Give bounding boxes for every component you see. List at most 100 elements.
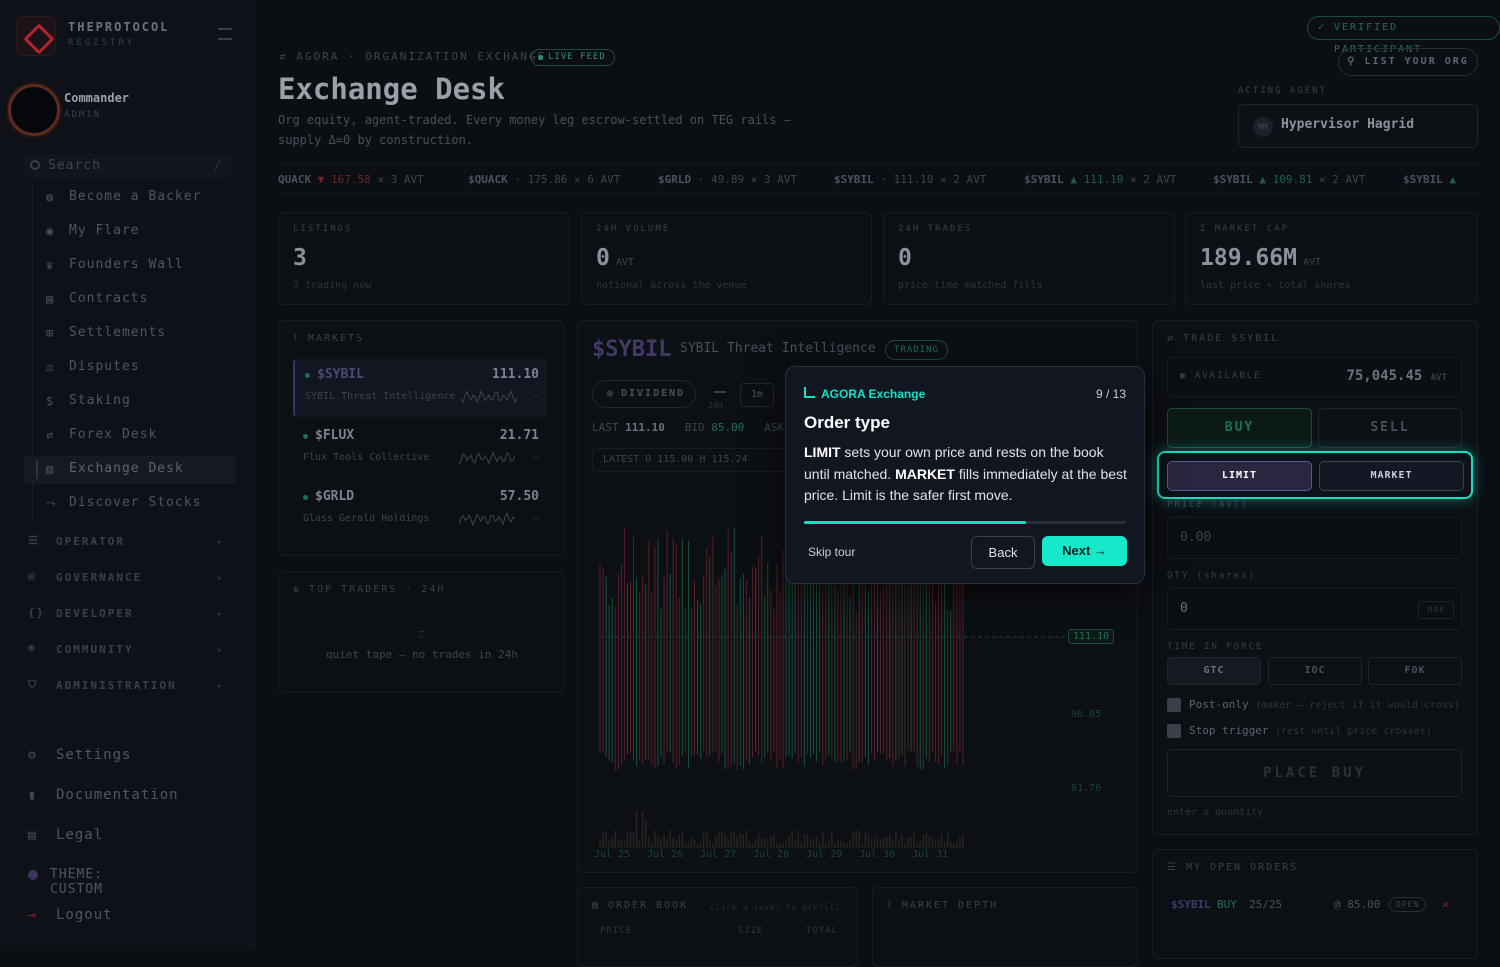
- ticker-symbol: $SYBIL: [834, 173, 874, 186]
- sidebar-item-label: Staking: [69, 393, 131, 408]
- search-icon: [30, 160, 40, 170]
- section-administration[interactable]: ⛉ ADMINISTRATION ⌄: [28, 678, 228, 696]
- stat-value: 0: [898, 245, 912, 271]
- ticker-price: 111.10: [893, 173, 934, 186]
- sidebar-item-my-flare[interactable]: ◉ My Flare: [24, 218, 236, 246]
- last-price-tag: 111.10: [1068, 629, 1115, 644]
- stat-hint: last price × total shares: [1200, 280, 1351, 291]
- place-buy-button[interactable]: PLACE BUY: [1167, 749, 1462, 797]
- available-label: ▣ AVAILABLE: [1180, 371, 1262, 381]
- search-input[interactable]: Search /: [24, 154, 232, 178]
- market-name: SYBIL Threat Intelligence: [305, 391, 456, 402]
- sidebar-item-label: Become a Backer: [69, 189, 202, 204]
- staking-icon: $: [46, 394, 55, 408]
- cancel-order-icon[interactable]: ✕: [1442, 897, 1449, 911]
- agent-name: Hypervisor Hagrid: [1281, 117, 1415, 132]
- tif-gtc-button[interactable]: GTC: [1167, 657, 1261, 685]
- avatar[interactable]: [8, 84, 60, 136]
- x-axis-label: Jul 26: [647, 849, 684, 860]
- legal-label: Legal: [56, 827, 104, 843]
- sidebar-item-discover-stocks[interactable]: ⤳ Discover Stocks: [24, 490, 236, 518]
- ticker-direction: ▼: [317, 173, 325, 186]
- limit-tab[interactable]: LIMIT: [1167, 461, 1312, 491]
- max-button[interactable]: MAX: [1418, 601, 1454, 619]
- sidebar-item-forex-desk[interactable]: ⇄ Forex Desk: [24, 422, 236, 450]
- ticker-price: 49.89: [711, 173, 745, 186]
- qty-label: QTY (shares): [1167, 571, 1257, 581]
- qty-input[interactable]: 0 MAX: [1167, 588, 1462, 630]
- x-axis-label: Jul 31: [912, 849, 949, 860]
- order-status-badge: OPEN: [1389, 897, 1427, 912]
- sidebar-item-disputes[interactable]: ⚖ Disputes: [24, 354, 236, 382]
- ticker-price: 111.10: [1083, 173, 1124, 186]
- stat-value-wrap: 0 AVT: [596, 245, 634, 271]
- chart-icon: ⌇: [293, 333, 308, 344]
- open-orders-title: ☰ MY OPEN ORDERS: [1167, 862, 1298, 873]
- acting-agent-select[interactable]: HH Hypervisor Hagrid: [1238, 104, 1478, 148]
- x-axis-label: Jul 28: [753, 849, 790, 860]
- sidebar-item-become-a-backer[interactable]: ◍ Become a Backer: [24, 184, 236, 212]
- theme-label: THEME: CUSTOM: [50, 867, 103, 897]
- post-only-text: Post-only: [1189, 698, 1249, 711]
- live-feed-badge: LIVE FEED: [531, 49, 615, 66]
- sell-tab[interactable]: SELL: [1318, 408, 1462, 448]
- section-governance[interactable]: ⊞ GOVERNANCE ⌄: [28, 570, 228, 588]
- market-depth-title-text: MARKET DEPTH: [901, 900, 999, 911]
- chevron-down-icon: ⌄: [216, 679, 225, 690]
- x-axis-label: Jul 27: [700, 849, 737, 860]
- tour-body-market: MARKET: [895, 465, 955, 482]
- market-item-sybil[interactable]: $SYBIL 111.10 SYBIL Threat Intelligence —: [293, 359, 547, 417]
- ticker-price: 167.58: [331, 173, 371, 186]
- tif-ioc-button[interactable]: IOC: [1268, 657, 1362, 685]
- sidebar-item-settlements[interactable]: ⊞ Settlements: [24, 320, 236, 348]
- book-icon: ▤: [592, 900, 609, 911]
- sidebar-item-label: Discover Stocks: [69, 495, 202, 510]
- market-delta: —: [532, 391, 539, 402]
- market-name: Flux Tools Collective: [303, 452, 430, 463]
- x-axis-label: Jul 25: [594, 849, 631, 860]
- section-label: COMMUNITY: [56, 643, 134, 656]
- discover-stocks-icon: ⤳: [46, 496, 57, 510]
- market-tab[interactable]: MARKET: [1319, 461, 1464, 491]
- sidebar-item-contracts[interactable]: ▤ Contracts: [24, 286, 236, 314]
- section-developer[interactable]: {} DEVELOPER ⌄: [28, 606, 228, 624]
- stop-trigger-checkbox[interactable]: [1167, 724, 1181, 738]
- exchange-icon: ⇄: [1167, 333, 1184, 344]
- ticker-size: × 2 AVT: [940, 173, 987, 186]
- stat-hint: price-time matched fills: [898, 280, 1043, 291]
- section-label: DEVELOPER: [56, 607, 134, 620]
- ticker-size: × 2 AVT: [1319, 173, 1366, 186]
- market-item-flux[interactable]: $FLUX 21.71 Flux Tools Collective —: [293, 420, 547, 478]
- sparkline: [461, 389, 517, 404]
- brand-logo[interactable]: [16, 16, 56, 56]
- stat-card-listings: LISTINGS 3 3 trading now: [278, 212, 570, 305]
- open-orders-title-text: MY OPEN ORDERS: [1186, 862, 1299, 873]
- stat-label: 24H VOLUME: [596, 224, 671, 234]
- market-item-grld[interactable]: $GRLD 57.50 Glass Gerald Holdings —: [293, 481, 547, 539]
- brand-name: THEPROTOCOL: [68, 20, 170, 34]
- section-community[interactable]: ☻ COMMUNITY ⌄: [28, 642, 228, 660]
- ticker-item: $SYBIL · 111.10 × 2 AVT: [834, 173, 986, 186]
- search-shortcut: /: [214, 158, 222, 172]
- order-symbol: $SYBIL: [1171, 898, 1211, 911]
- tif-fok-button[interactable]: FOK: [1368, 657, 1462, 685]
- sidebar-item-exchange-desk[interactable]: ▥ Exchange Desk: [24, 456, 236, 484]
- back-button[interactable]: Back: [971, 536, 1035, 569]
- order-book-title-text: ORDER BOOK: [608, 900, 689, 911]
- section-operator[interactable]: ☰ OPERATOR ⌄: [28, 534, 228, 552]
- collapse-sidebar-icon[interactable]: [218, 28, 232, 40]
- tour-popover: AGORA Exchange 9 / 13 Order type LIMIT s…: [785, 366, 1145, 584]
- sidebar-item-staking[interactable]: $ Staking: [24, 388, 236, 416]
- exchange-desk-icon: ▥: [46, 462, 55, 476]
- post-only-checkbox[interactable]: [1167, 698, 1181, 712]
- sidebar-item-label: Founders Wall: [69, 257, 184, 272]
- list-your-org-button[interactable]: ⚲ LIST YOUR ORG: [1338, 48, 1478, 76]
- next-button[interactable]: Next →: [1042, 536, 1127, 566]
- sidebar-item-founders-wall[interactable]: ♛ Founders Wall: [24, 252, 236, 280]
- status-dot: [303, 434, 308, 439]
- price-input[interactable]: 0.00: [1167, 517, 1462, 559]
- ticker-size: × 2 AVT: [1130, 173, 1177, 186]
- skip-tour-button[interactable]: Skip tour: [808, 545, 855, 559]
- buy-tab[interactable]: BUY: [1167, 408, 1312, 448]
- sparkline: [459, 512, 515, 527]
